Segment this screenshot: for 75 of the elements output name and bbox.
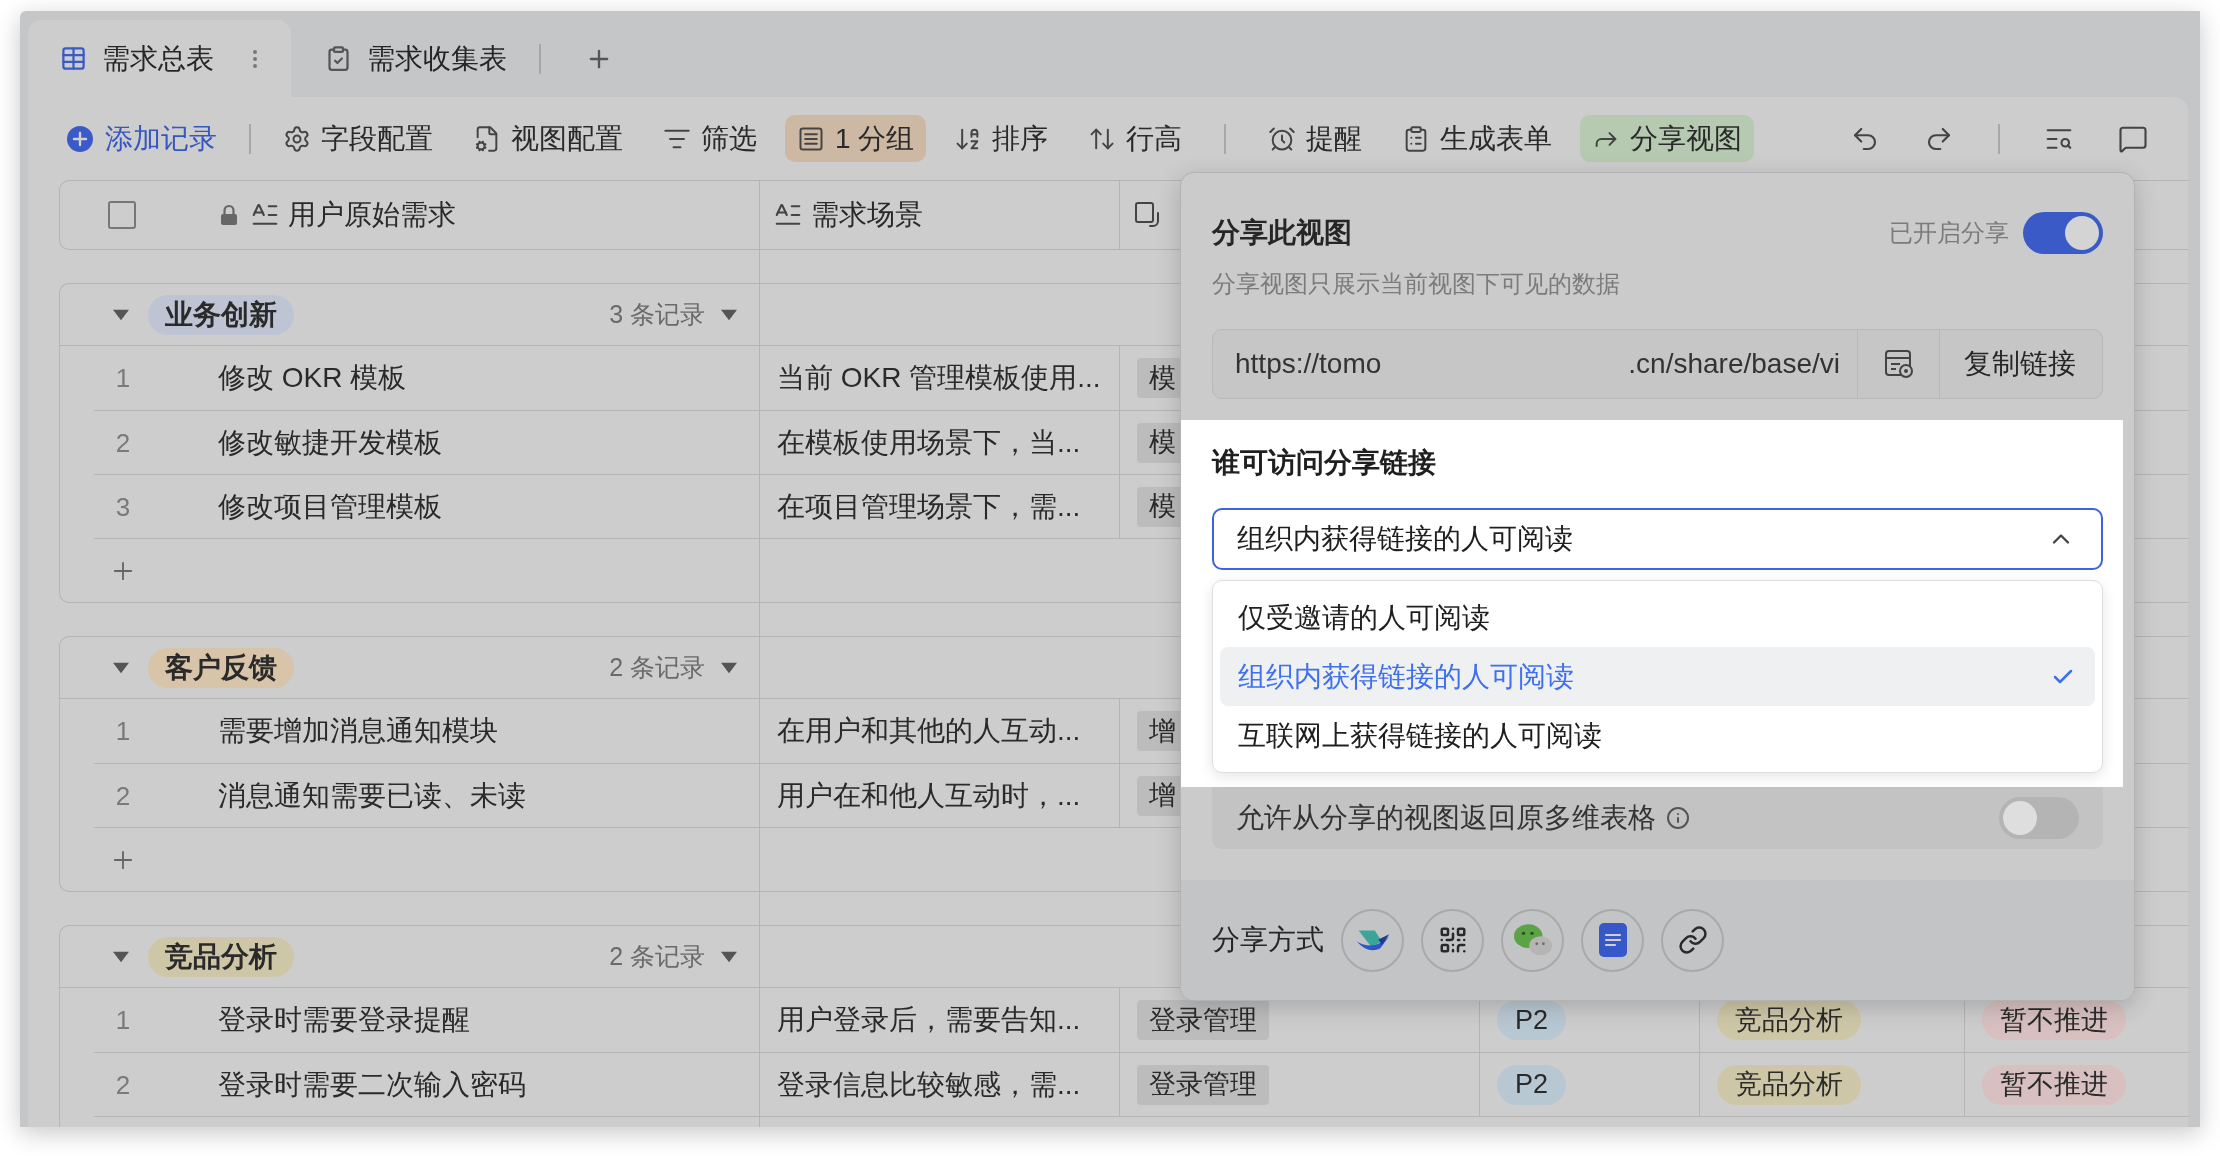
dropdown-option[interactable]: 组织内获得链接的人可阅读 bbox=[1220, 647, 2095, 706]
share-status-label: 已开启分享 bbox=[1889, 221, 2009, 245]
status-tag: 暂不推进 bbox=[1982, 1064, 2126, 1105]
record-count: 3 条记录 bbox=[609, 302, 705, 327]
row-number: 1 bbox=[114, 718, 132, 744]
link-icon bbox=[1677, 925, 1708, 955]
share-method-button[interactable] bbox=[1421, 908, 1484, 972]
info-icon bbox=[1666, 806, 1690, 830]
chat-bubbles-icon bbox=[1511, 922, 1554, 958]
row-number: 1 bbox=[114, 365, 132, 391]
clipboard-check-icon bbox=[325, 45, 352, 72]
record-count: 2 条记录 bbox=[609, 655, 705, 680]
toolbar-button[interactable]: 生成表单 bbox=[1390, 115, 1565, 162]
dropdown-option[interactable]: 仅受邀请的人可阅读 bbox=[1220, 588, 2095, 647]
category-tag: 竞品分析 bbox=[1717, 1000, 1861, 1040]
plus-circle-icon bbox=[67, 125, 93, 152]
status-tag: 暂不推进 bbox=[1982, 1000, 2126, 1040]
scenario-text: 在项目管理场景下，需... bbox=[777, 492, 1081, 521]
tab[interactable]: 需求收集表 bbox=[291, 20, 517, 97]
toolbar-button[interactable]: 字段配置 bbox=[271, 115, 445, 162]
toolbar-button[interactable]: 行高 bbox=[1076, 115, 1195, 162]
allow-return-label: 允许从分享的视图返回原多维表格 bbox=[1236, 804, 1656, 832]
scenario-text: 在模板使用场景下，当... bbox=[777, 428, 1081, 457]
request-text: 修改项目管理模板 bbox=[218, 492, 442, 521]
share-method-button[interactable] bbox=[1581, 908, 1644, 972]
request-text: 修改敏捷开发模板 bbox=[218, 428, 442, 457]
module-tag: 登录管理 bbox=[1137, 1000, 1269, 1040]
share-methods-label: 分享方式 bbox=[1212, 926, 1324, 954]
request-text: 消息通知需要已读、未读 bbox=[218, 781, 526, 810]
add-record-button[interactable]: 添加记录 bbox=[67, 124, 217, 153]
document-icon bbox=[1598, 923, 1627, 957]
panel-title: 分享此视图 bbox=[1212, 219, 1352, 247]
group-tag: 业务创新 bbox=[148, 294, 294, 335]
toolbar-button[interactable]: 视图配置 bbox=[461, 115, 635, 162]
share-method-button[interactable] bbox=[1341, 908, 1404, 972]
group-tag: 客户反馈 bbox=[148, 647, 294, 688]
module-tag: 登录管理 bbox=[1137, 1064, 1269, 1105]
row-number: 2 bbox=[114, 782, 132, 809]
toolbar-button[interactable]: 筛选 bbox=[651, 115, 769, 162]
checkbox[interactable] bbox=[108, 201, 136, 229]
request-text: 登录时需要二次输入密码 bbox=[218, 1070, 526, 1099]
section-title: 谁可访问分享链接 bbox=[1212, 448, 1436, 477]
panel-description: 分享视图只展示当前视图下可见的数据 bbox=[1212, 272, 1620, 296]
tab[interactable]: 需求总表 bbox=[28, 20, 291, 97]
request-text: 修改 OKR 模板 bbox=[218, 364, 407, 392]
record-count: 2 条记录 bbox=[609, 944, 705, 969]
scenario-text: 用户在和他人互动时，... bbox=[777, 781, 1081, 810]
field-type-icon bbox=[1134, 201, 1162, 229]
scenario-text: 用户登录后，需要告知... bbox=[777, 1006, 1081, 1034]
row-number: 2 bbox=[114, 1071, 132, 1098]
grid-icon bbox=[60, 45, 87, 72]
group-tag: 竞品分析 bbox=[148, 936, 294, 977]
dropdown-option[interactable]: 互联网上获得链接的人可阅读 bbox=[1220, 706, 2095, 765]
toolbar-button[interactable]: 提醒 bbox=[1256, 115, 1375, 162]
access-select[interactable]: 组织内获得链接的人可阅读 bbox=[1212, 508, 2103, 570]
toolbar-button[interactable]: 1 分组 bbox=[785, 115, 927, 162]
allow-return-toggle[interactable] bbox=[1999, 797, 2079, 839]
priority-tag: P2 bbox=[1497, 1000, 1567, 1040]
row-number: 3 bbox=[114, 493, 132, 520]
request-text: 需要增加消息通知模块 bbox=[218, 717, 498, 745]
toolbar-button[interactable]: 分享视图 bbox=[1580, 115, 1755, 162]
scenario-text: 登录信息比较敏感，需... bbox=[777, 1070, 1081, 1099]
gear-icon bbox=[283, 124, 311, 153]
share-toggle[interactable] bbox=[2023, 212, 2103, 254]
request-text: 登录时需要登录提醒 bbox=[218, 1006, 470, 1034]
category-tag: 竞品分析 bbox=[1717, 1064, 1861, 1105]
column-header: 需求场景 bbox=[811, 201, 923, 229]
scenario-text: 当前 OKR 管理模板使用... bbox=[777, 364, 1101, 392]
row-number: 2 bbox=[114, 429, 132, 456]
row-number: 1 bbox=[114, 1007, 132, 1033]
share-method-button[interactable] bbox=[1661, 908, 1724, 972]
scenario-text: 在用户和其他的人互动... bbox=[777, 717, 1081, 745]
column-header: 用户原始需求 bbox=[288, 201, 456, 229]
priority-tag: P2 bbox=[1497, 1064, 1567, 1105]
toolbar-button[interactable]: 排序 bbox=[942, 115, 1061, 162]
